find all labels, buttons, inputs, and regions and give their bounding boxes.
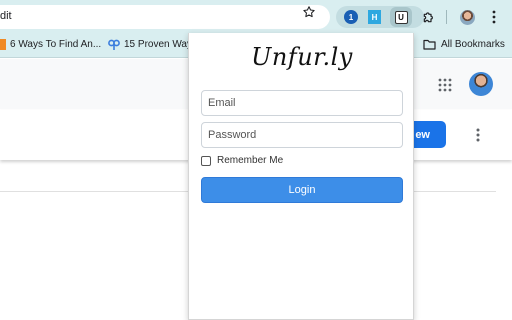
bookmark-item[interactable]: 6 Ways To Find An... (0, 39, 101, 50)
unfurly-popup: Unfur.ly Remember Me Login (188, 33, 414, 320)
bookmark-star-icon[interactable] (302, 5, 316, 19)
more-options-icon[interactable] (476, 127, 480, 143)
remember-me-checkbox[interactable] (201, 155, 211, 166)
login-button[interactable]: Login (201, 177, 403, 203)
folder-icon (423, 39, 436, 50)
apps-grid-icon[interactable] (438, 78, 452, 92)
bookmark-favicon-icon (108, 39, 120, 50)
bookmark-favicon-icon (0, 39, 6, 50)
remember-me-label: Remember Me (217, 155, 284, 166)
unfurly-logo: Unfur.ly (251, 43, 353, 71)
password-field[interactable] (201, 122, 403, 148)
email-field[interactable] (201, 90, 403, 116)
onepassword-extension-icon[interactable]: 1 (344, 10, 358, 24)
all-bookmarks-button[interactable]: All Bookmarks (423, 39, 505, 50)
profile-avatar[interactable] (460, 10, 475, 25)
toolbar-divider (446, 10, 447, 24)
h-extension-icon[interactable]: H (368, 10, 381, 24)
account-avatar[interactable] (469, 72, 493, 96)
remember-me[interactable]: Remember Me (201, 155, 283, 166)
unfurly-extension-button[interactable]: U (390, 7, 412, 27)
unfurly-extension-icon: U (394, 10, 408, 24)
browser-menu-icon[interactable] (492, 9, 496, 25)
browser-toolbar: dit 1 H U (0, 0, 512, 34)
puzzle-icon[interactable] (421, 9, 437, 25)
address-bar-text: dit (0, 10, 12, 22)
address-bar[interactable]: dit (0, 5, 330, 29)
